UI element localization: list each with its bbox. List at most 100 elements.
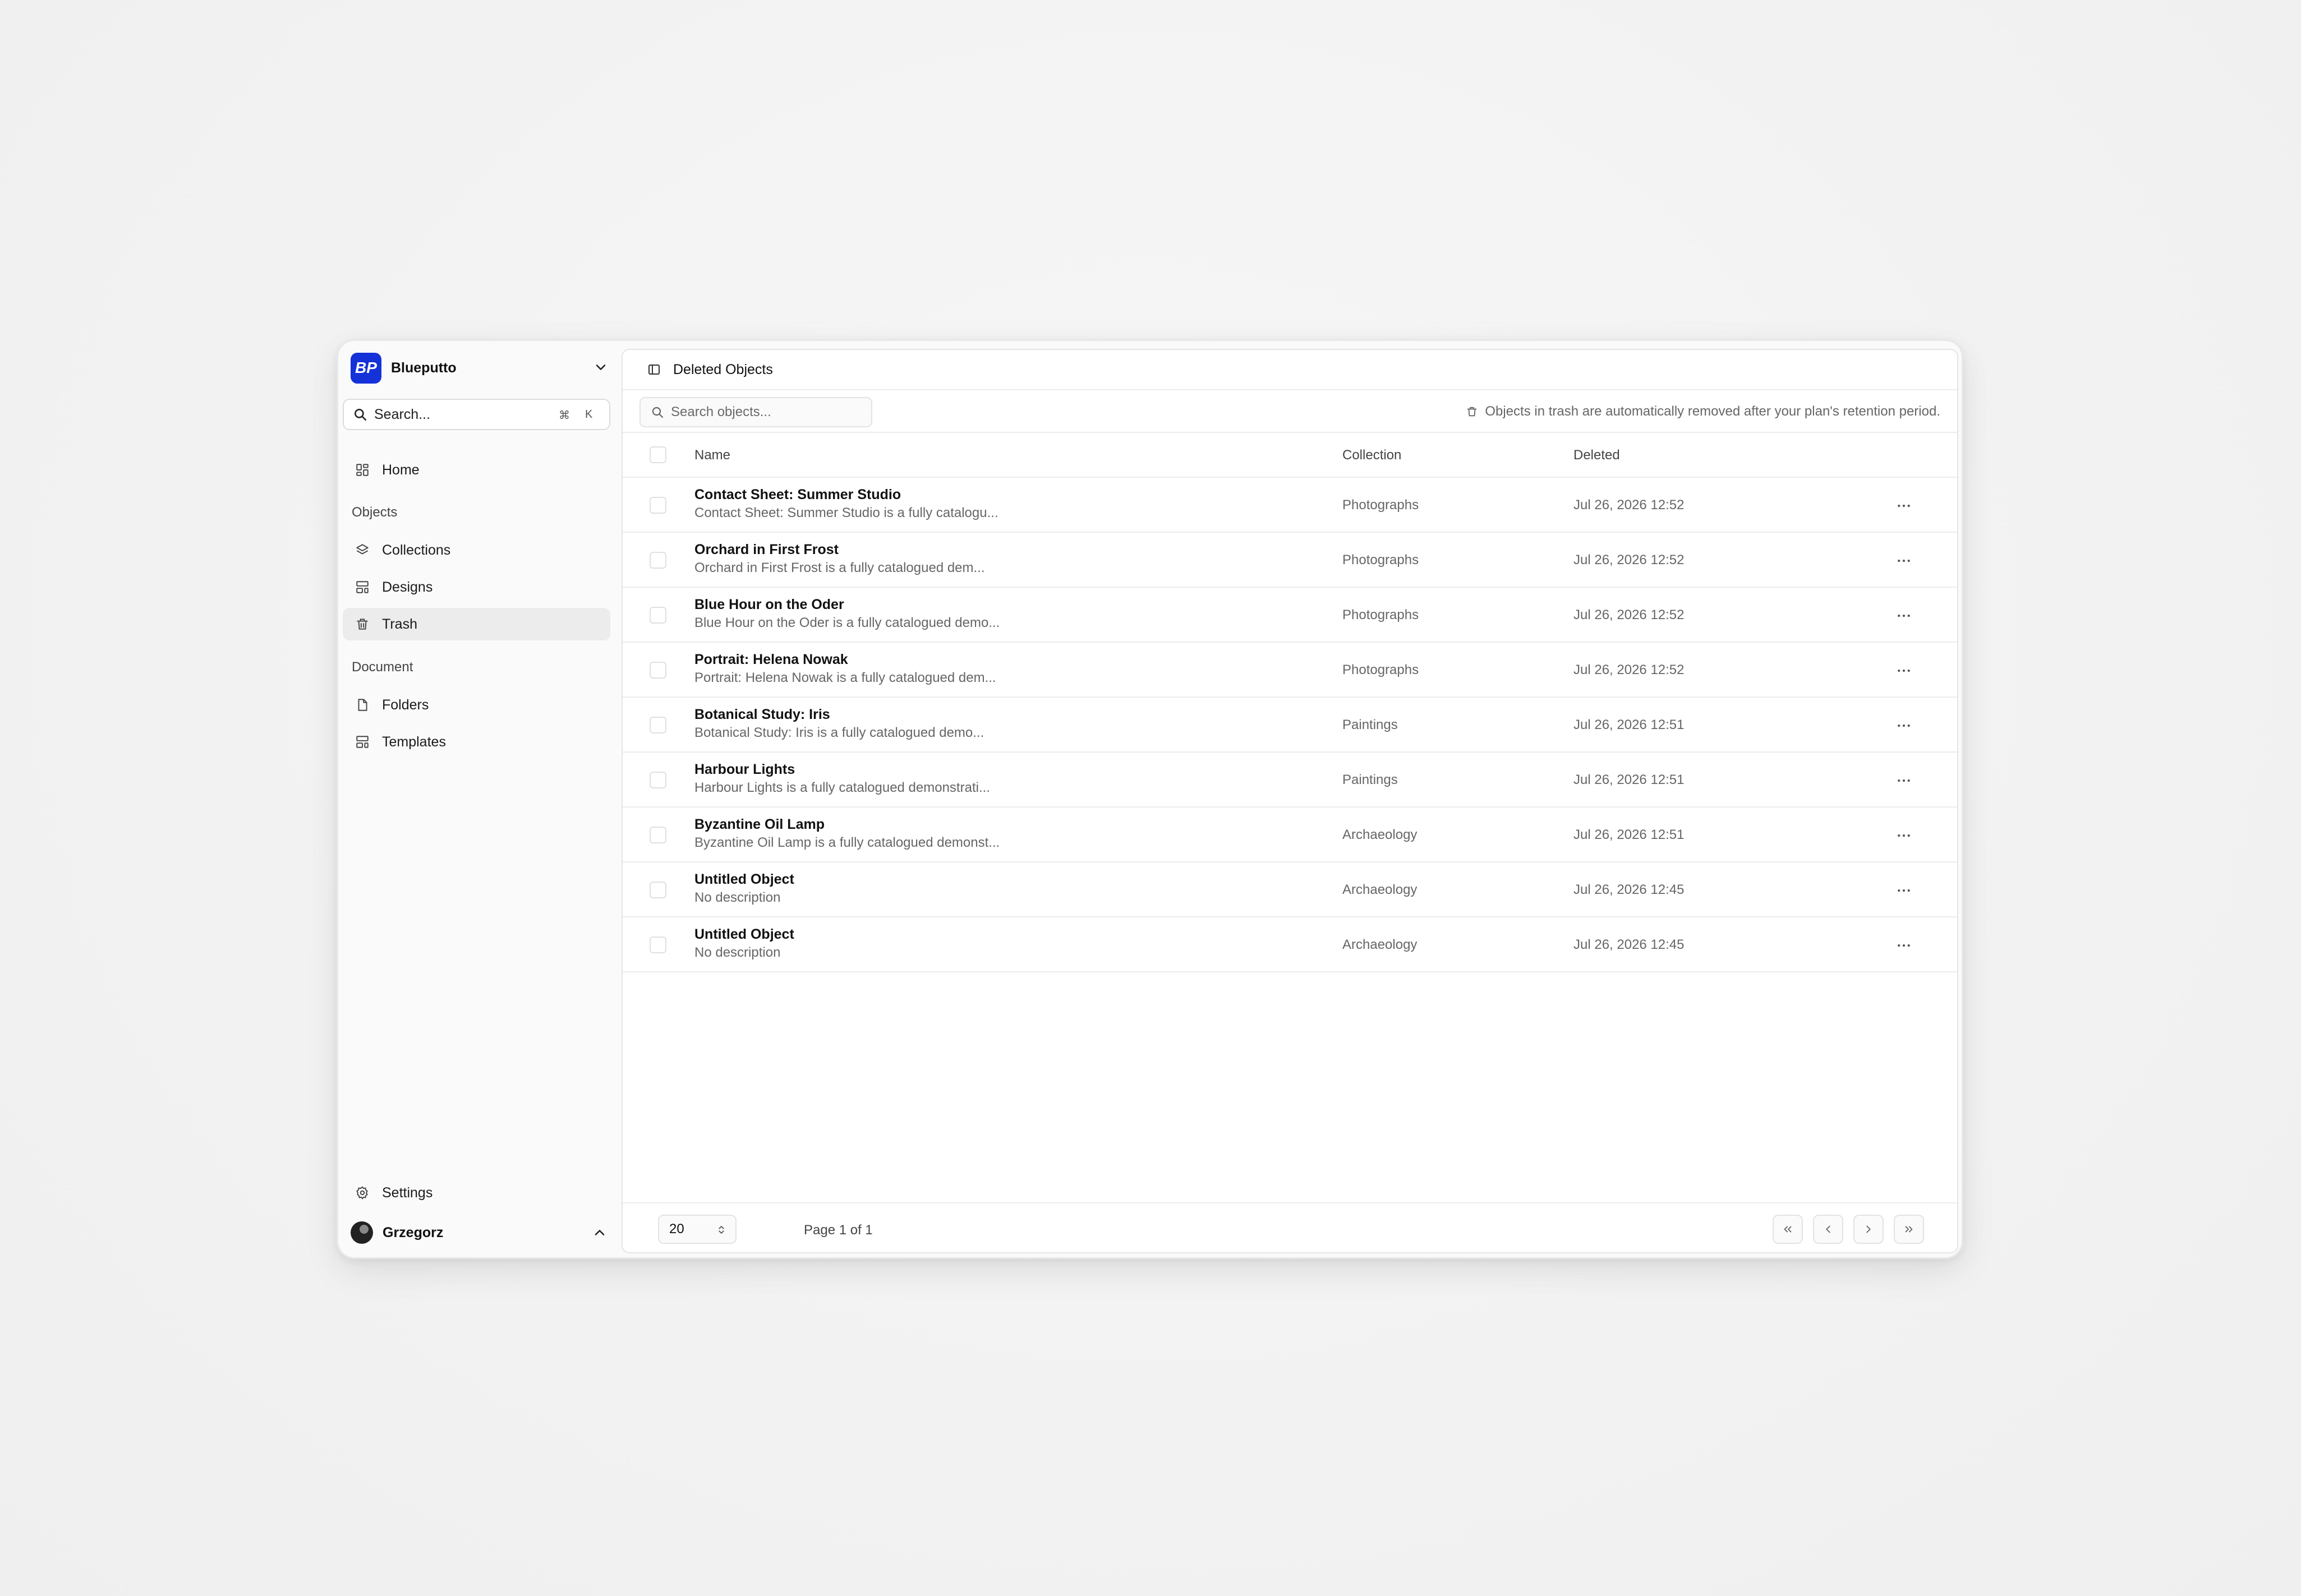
- more-horizontal-icon[interactable]: [1895, 662, 1912, 679]
- column-header-collection[interactable]: Collection: [1342, 448, 1401, 463]
- table-row[interactable]: Untitled Object No description Archaeolo…: [623, 862, 1957, 917]
- sidebar-item-label: Collections: [382, 542, 451, 558]
- page-size-select[interactable]: 20: [658, 1215, 737, 1244]
- more-horizontal-icon[interactable]: [1895, 772, 1912, 789]
- object-name: Blue Hour on the Oder: [694, 597, 844, 612]
- object-collection: Photographs: [1342, 662, 1419, 677]
- sidebar-item-label: Folders: [382, 696, 429, 713]
- more-horizontal-icon[interactable]: [1895, 497, 1912, 514]
- sidebar-item-label: Templates: [382, 734, 446, 750]
- nav-section-document: Document: [352, 659, 413, 675]
- object-name: Byzantine Oil Lamp: [694, 817, 825, 832]
- first-page-button[interactable]: [1773, 1215, 1803, 1244]
- sidebar-item-folders[interactable]: Folders: [343, 689, 610, 721]
- object-name: Portrait: Helena Nowak: [694, 652, 848, 667]
- row-checkbox[interactable]: [650, 717, 666, 734]
- workspace-switcher[interactable]: BP Blueputto: [351, 350, 620, 385]
- object-collection: Paintings: [1342, 717, 1398, 732]
- chevron-down-icon: [596, 365, 606, 370]
- chevrons-up-down-icon: [719, 1226, 724, 1234]
- object-search[interactable]: [639, 397, 872, 427]
- user-menu[interactable]: Grzegorz: [351, 1216, 614, 1249]
- object-name: Untitled Object: [694, 926, 794, 942]
- more-horizontal-icon[interactable]: [1895, 882, 1912, 899]
- object-name: Orchard in First Frost: [694, 542, 839, 557]
- row-checkbox[interactable]: [650, 497, 666, 514]
- sidebar-item-trash[interactable]: Trash: [343, 608, 610, 640]
- nav-section-objects: Objects: [352, 505, 398, 520]
- object-collection: Photographs: [1342, 552, 1419, 568]
- sidebar-item-settings[interactable]: Settings: [343, 1177, 610, 1209]
- layout-template-icon: [356, 736, 369, 748]
- object-deleted-date: Jul 26, 2026 12:52: [1573, 662, 1685, 677]
- sidebar-item-home[interactable]: Home: [343, 454, 610, 486]
- sidebar-search[interactable]: Search... ⌘ K: [343, 399, 610, 430]
- object-description: No description: [694, 890, 781, 905]
- object-deleted-date: Jul 26, 2026 12:51: [1573, 772, 1685, 787]
- last-page-button[interactable]: [1894, 1215, 1924, 1244]
- table-row[interactable]: Contact Sheet: Summer Studio Contact She…: [623, 478, 1957, 533]
- sidebar-item-label: Trash: [382, 616, 417, 632]
- retention-notice: Objects in trash are automatically remov…: [1466, 404, 1940, 419]
- sidebar-item-label: Settings: [382, 1184, 433, 1201]
- object-deleted-date: Jul 26, 2026 12:52: [1573, 552, 1685, 568]
- chevrons-left-icon: [1784, 1226, 1792, 1233]
- object-name: Untitled Object: [694, 871, 794, 887]
- table-row[interactable]: Portrait: Helena Nowak Portrait: Helena …: [623, 643, 1957, 698]
- sidebar-item-collections[interactable]: Collections: [343, 534, 610, 566]
- chevron-left-icon: [1826, 1225, 1830, 1233]
- table-row[interactable]: Botanical Study: Iris Botanical Study: I…: [623, 698, 1957, 753]
- chevrons-right-icon: [1905, 1226, 1913, 1233]
- more-horizontal-icon[interactable]: [1895, 607, 1912, 624]
- object-collection: Archaeology: [1342, 937, 1418, 952]
- column-header-deleted[interactable]: Deleted: [1573, 448, 1620, 463]
- file-icon: [358, 699, 367, 711]
- previous-page-button[interactable]: [1813, 1215, 1843, 1244]
- table-row[interactable]: Blue Hour on the Oder Blue Hour on the O…: [623, 588, 1957, 643]
- sidebar-item-templates[interactable]: Templates: [343, 726, 610, 758]
- retention-text: Objects in trash are automatically remov…: [1485, 404, 1940, 419]
- sidebar-item-label: Designs: [382, 579, 433, 595]
- layout-template-icon: [356, 581, 369, 593]
- main-panel: Deleted Objects Objects in trash are aut…: [622, 349, 1958, 1253]
- table-row[interactable]: Orchard in First Frost Orchard in First …: [623, 533, 1957, 588]
- search-input[interactable]: [671, 404, 862, 420]
- object-description: Contact Sheet: Summer Studio is a fully …: [694, 505, 998, 520]
- table-row[interactable]: Harbour Lights Harbour Lights is a fully…: [623, 753, 1957, 808]
- app-window: BP Blueputto Search... ⌘ K Home Objects …: [337, 339, 1963, 1259]
- next-page-button[interactable]: [1853, 1215, 1884, 1244]
- column-header-name[interactable]: Name: [694, 448, 730, 463]
- row-checkbox[interactable]: [650, 607, 666, 624]
- object-name: Harbour Lights: [694, 762, 795, 777]
- row-checkbox[interactable]: [650, 827, 666, 843]
- object-description: Orchard in First Frost is a fully catalo…: [694, 560, 985, 575]
- more-horizontal-icon[interactable]: [1895, 827, 1912, 844]
- sidebar-toggle-icon[interactable]: [647, 363, 661, 376]
- row-checkbox[interactable]: [650, 937, 666, 953]
- table-row[interactable]: Untitled Object No description Archaeolo…: [623, 917, 1957, 972]
- page-header: Deleted Objects: [623, 350, 1957, 390]
- user-name: Grzegorz: [383, 1224, 444, 1240]
- sidebar-search-label: Search...: [374, 406, 431, 422]
- pagination-bar: 20 Page 1 of 1: [623, 1202, 1957, 1252]
- row-checkbox[interactable]: [650, 662, 666, 679]
- row-checkbox[interactable]: [650, 552, 666, 569]
- avatar: [351, 1221, 373, 1244]
- more-horizontal-icon[interactable]: [1895, 552, 1912, 569]
- row-checkbox[interactable]: [650, 882, 666, 898]
- shortcut-cmd-key: ⌘: [559, 409, 570, 422]
- chevron-right-icon: [1866, 1225, 1871, 1233]
- select-all-checkbox[interactable]: [650, 446, 666, 463]
- object-collection: Archaeology: [1342, 827, 1418, 842]
- more-horizontal-icon[interactable]: [1895, 717, 1912, 734]
- row-checkbox[interactable]: [650, 772, 666, 788]
- object-description: Botanical Study: Iris is a fully catalog…: [694, 725, 984, 740]
- table-row[interactable]: Byzantine Oil Lamp Byzantine Oil Lamp is…: [623, 808, 1957, 862]
- object-description: No description: [694, 945, 781, 960]
- shortcut-k-key: K: [585, 408, 593, 421]
- object-description: Blue Hour on the Oder is a fully catalog…: [694, 615, 1000, 630]
- sidebar-item-label: Home: [382, 462, 420, 478]
- sidebar-item-designs[interactable]: Designs: [343, 571, 610, 603]
- object-name: Contact Sheet: Summer Studio: [694, 487, 901, 502]
- more-horizontal-icon[interactable]: [1895, 937, 1912, 954]
